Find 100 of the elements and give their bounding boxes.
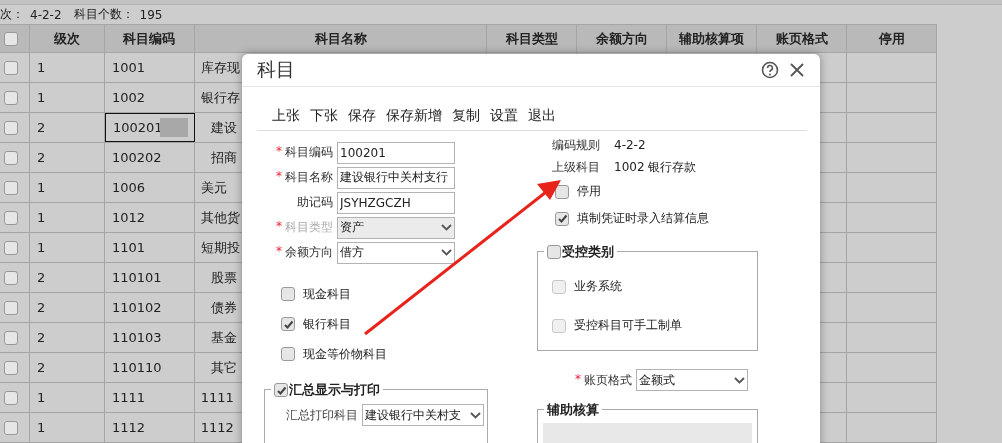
- group-title: 辅助核算: [547, 401, 599, 419]
- table-cell: 110103: [104, 323, 195, 352]
- column-header: 科目名称: [194, 25, 488, 52]
- caret-icon: [470, 411, 481, 419]
- required-mark: *: [276, 219, 282, 235]
- required-mark: *: [575, 371, 581, 388]
- checkbox-label: 现金科目: [303, 285, 351, 303]
- checkbox[interactable]: [555, 184, 569, 199]
- checkbox[interactable]: [4, 330, 18, 345]
- dropdown[interactable]: 借方: [337, 241, 455, 264]
- table-cell: 2: [29, 353, 105, 382]
- required-mark: *: [276, 144, 282, 160]
- table-cell: 110110: [104, 353, 195, 382]
- checkbox-label: 受控科目可手工制单: [574, 317, 682, 334]
- field-label: 汇总打印科目: [286, 406, 358, 424]
- caret-icon: [734, 376, 745, 384]
- table-cell: 1002: [104, 83, 195, 112]
- column-header: 级次: [29, 25, 105, 52]
- table-cell-text: 基金: [209, 328, 237, 347]
- checkbox[interactable]: [281, 347, 295, 361]
- info-value: 1002 银行存款: [614, 158, 697, 176]
- checkbox-label: 银行科目: [303, 315, 351, 333]
- toolbar-button[interactable]: 复制: [448, 107, 484, 125]
- checkbox[interactable]: [4, 240, 18, 255]
- dialog-title: 科目: [257, 57, 295, 82]
- field-label: 余额方向: [285, 244, 333, 261]
- table-cell: 1111: [104, 383, 195, 412]
- field-label: 账页格式: [584, 371, 632, 389]
- table-cell: 1: [29, 413, 105, 442]
- column-header: 账页格式: [757, 25, 848, 52]
- caret-icon: [441, 249, 452, 256]
- table-cell-text: 招商: [209, 148, 237, 167]
- table-cell: 其他货: [200, 208, 240, 227]
- column-header: 辅助核算项: [667, 25, 758, 52]
- checkbox[interactable]: [4, 120, 18, 135]
- table-cell: 1: [29, 53, 105, 82]
- checkbox[interactable]: [4, 90, 18, 105]
- table-cell: 美元: [200, 178, 227, 197]
- table-cell: 库存现: [200, 58, 240, 77]
- group-title: 受控类别: [562, 243, 614, 261]
- caret-icon: [441, 224, 452, 231]
- help-icon[interactable]: [761, 61, 779, 79]
- checkbox[interactable]: [555, 211, 569, 226]
- table-cell: 100201: [104, 113, 195, 142]
- checkbox[interactable]: [281, 317, 295, 331]
- checkbox[interactable]: [4, 420, 18, 435]
- redaction-block: [160, 118, 188, 137]
- toolbar-button[interactable]: 保存: [344, 107, 380, 125]
- table-cell: 1012: [104, 203, 195, 232]
- table-cell-text: 其它: [209, 358, 237, 377]
- checkbox[interactable]: [4, 390, 18, 405]
- field-label: 科目类型: [285, 219, 333, 236]
- checkbox[interactable]: [4, 210, 18, 225]
- checkbox[interactable]: [4, 360, 18, 375]
- checkbox[interactable]: [4, 300, 18, 315]
- toolbar-button[interactable]: 退出: [524, 107, 560, 125]
- table-cell: 2: [29, 263, 105, 292]
- close-icon[interactable]: [789, 62, 805, 78]
- table-cell: 1006: [104, 173, 195, 202]
- info-value: 4-2-2: [614, 138, 646, 152]
- toolbar-button[interactable]: 上张: [268, 107, 304, 125]
- checkbox[interactable]: [547, 245, 561, 259]
- input-field[interactable]: 建设银行中关村支行: [337, 166, 455, 189]
- column-header: 科目编码: [104, 25, 195, 52]
- checkbox[interactable]: [4, 31, 18, 46]
- checkbox[interactable]: [4, 150, 18, 165]
- checkbox-label: 现金等价物科目: [303, 345, 387, 363]
- checkbox[interactable]: [4, 270, 18, 285]
- table-cell-text: 债券: [209, 298, 237, 317]
- column-header: 余额方向: [577, 25, 668, 52]
- checkbox[interactable]: [4, 180, 18, 195]
- toolbar-button[interactable]: 保存新增: [382, 107, 446, 125]
- input-field[interactable]: 100201: [337, 141, 455, 164]
- input-field[interactable]: JSYHZGCZH: [337, 191, 455, 214]
- required-mark: *: [276, 244, 282, 260]
- checkbox[interactable]: [274, 383, 288, 397]
- field-label: 助记码: [297, 194, 333, 211]
- column-header: 科目类型: [487, 25, 578, 52]
- group-title: 汇总显示与打印: [289, 381, 380, 399]
- dropdown[interactable]: 金额式: [636, 369, 748, 391]
- table-cell-text: 建设: [209, 118, 237, 137]
- toolbar-button[interactable]: 设置: [486, 107, 522, 125]
- table-cell: 1: [29, 203, 105, 232]
- info-label: 编码规则: [552, 136, 600, 154]
- table-cell: 2: [29, 113, 105, 142]
- table-cell: 1: [29, 233, 105, 262]
- checkbox[interactable]: [281, 287, 295, 301]
- checkbox[interactable]: [4, 60, 18, 75]
- info-label: 次：: [0, 6, 24, 23]
- table-cell: 短期投: [200, 238, 240, 257]
- dropdown[interactable]: 建设银行中关村支: [362, 404, 484, 426]
- table-cell: 1101: [104, 233, 195, 262]
- table-cell: 2: [29, 323, 105, 352]
- table-cell: 110102: [104, 293, 195, 322]
- checkbox-label: 业务系统: [574, 278, 622, 295]
- info-value: 195: [139, 7, 163, 22]
- info-label: 上级科目: [552, 158, 600, 176]
- table-cell: 2: [29, 143, 105, 172]
- toolbar-button[interactable]: 下张: [306, 107, 342, 125]
- table-cell: 1: [29, 383, 105, 412]
